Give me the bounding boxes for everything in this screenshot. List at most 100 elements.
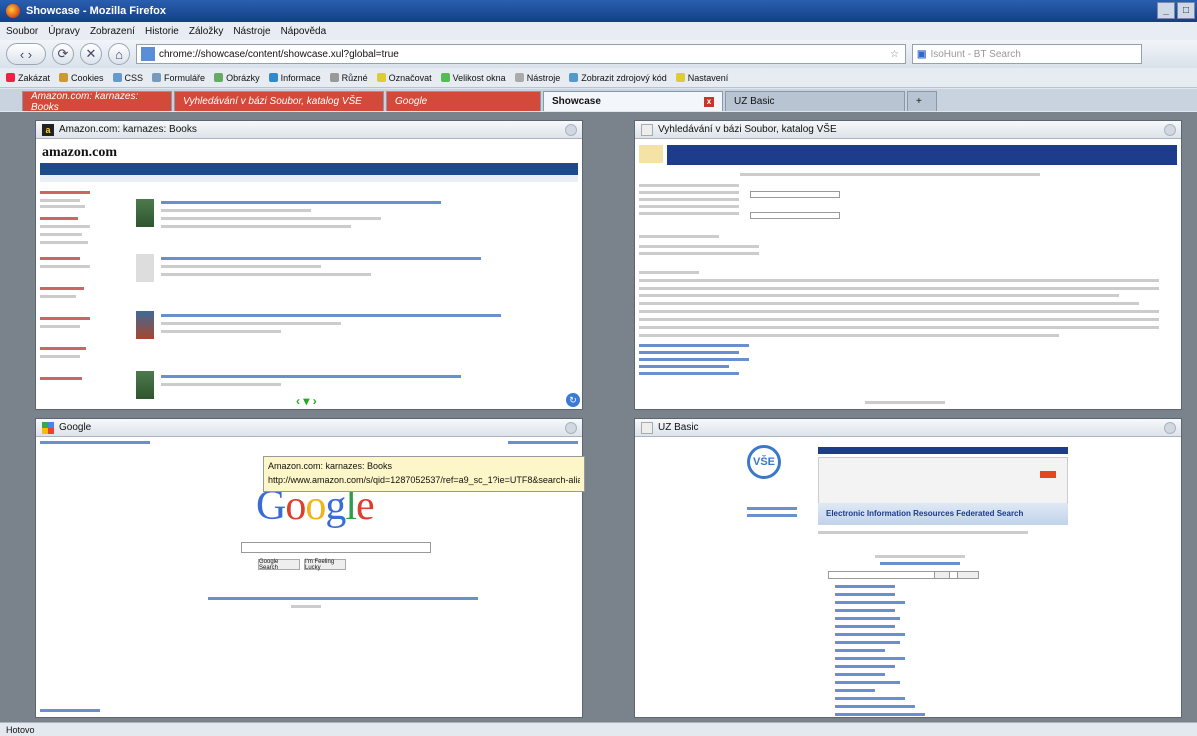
bookmark-zakazat[interactable]: Zakázat [6,73,50,83]
css-icon [112,73,122,82]
tab-label: Google [395,96,428,107]
image-icon [214,73,224,82]
firefox-icon [6,4,20,18]
thumb-header: Google [36,419,582,437]
tab-label: Showcase [552,96,601,107]
amazon-page: amazon.com ‹ ▾ › ↻ [36,139,582,409]
tab-label: Vyhledávání v bázi Soubor, katalog VŠE [183,96,362,107]
new-tab-button[interactable]: + [907,91,937,111]
url-bar[interactable]: chrome://showcase/content/showcase.xul?g… [136,44,906,64]
thumb-title: UZ Basic [658,422,699,433]
close-thumb-icon[interactable] [1164,421,1176,434]
search-engine-icon[interactable]: ▣ [917,49,926,60]
maximize-button[interactable]: □ [1177,2,1195,19]
refresh-icon[interactable]: ↻ [566,393,580,407]
tab-google[interactable]: Google [386,91,541,111]
bookmark-label: Zakázat [18,72,51,83]
url-text[interactable]: chrome://showcase/content/showcase.xul?g… [159,49,886,60]
vse-page [635,139,1181,409]
bookmark-obrazky[interactable]: Obrázky [214,73,260,83]
tab-label: UZ Basic [734,96,775,107]
menu-historie[interactable]: Historie [145,26,179,37]
uz-page: VŠE Electronic Information Resources Fed… [635,437,1181,717]
search-input[interactable]: IsoHunt - BT Search [930,49,1020,60]
showcase-grid: a Amazon.com: karnazes: Books amazon.com [0,112,1197,722]
button-label: I'm Feeling Lucky [305,558,335,571]
bookmark-nastaveni[interactable]: Nastavení [675,72,729,83]
tab-vse[interactable]: Vyhledávání v bázi Soubor, katalog VŠE [174,91,384,111]
carousel-arrows-icon[interactable]: ‹ ▾ › [296,394,317,408]
source-icon [569,73,579,82]
button-label: Google Search [259,558,279,571]
book-cover [136,311,154,339]
go-button[interactable] [1040,471,1056,478]
reload-icon[interactable]: ⟳ [52,43,74,65]
browser-window: Showcase - Mozilla Firefox _ □ Soubor Úp… [0,0,1197,736]
status-text: Hotovo [6,724,35,735]
thumb-title: Vyhledávání v bázi Soubor, katalog VŠE [658,124,837,135]
tab-uz-basic[interactable]: UZ Basic [725,91,905,111]
status-bar: Hotovo [0,722,1197,736]
bookmark-label: Informace [280,72,321,83]
site-favicon-icon [141,47,155,61]
menu-bar: Soubor Úpravy Zobrazení Historie Záložky… [0,22,1197,40]
page-favicon-icon [641,123,653,136]
bookmark-nastroje[interactable]: Nástroje [514,72,561,83]
bookmark-velikost-okna[interactable]: Velikost okna [440,72,506,83]
bookmark-informace[interactable]: Informace [268,72,321,83]
bookmark-label: Formuláře [164,72,206,83]
page-favicon-icon [641,421,653,434]
thumb-uz-basic[interactable]: UZ Basic VŠE Electronic Information Reso… [634,418,1182,718]
google-search-button[interactable]: Google Search [258,558,300,571]
bookmark-label: Nástroje [526,72,561,83]
menu-zalozky[interactable]: Záložky [189,26,223,37]
book-cover [136,199,154,227]
back-forward-button[interactable]: ‹ › [6,43,46,65]
bookmark-css[interactable]: CSS [112,73,143,83]
amazon-sidebar [40,187,102,399]
bookmark-oznacovat[interactable]: Označovat [376,72,432,83]
google-search-input[interactable] [241,542,431,553]
thumb-amazon[interactable]: a Amazon.com: karnazes: Books amazon.com [35,120,583,410]
thumb-vse[interactable]: Vyhledávání v bázi Soubor, katalog VŠE [634,120,1182,410]
menu-upravy[interactable]: Úpravy [48,26,80,37]
form-icon [152,73,162,82]
bookmark-label: Označovat [388,72,432,83]
tab-strip: Amazon.com: karnazes: Books Vyhledávání … [0,89,1197,113]
bookmark-label: Nastavení [687,72,729,83]
amazon-subnav [40,175,578,182]
menu-nastroje[interactable]: Nástroje [233,26,270,37]
search-bar[interactable]: ▣ IsoHunt - BT Search [912,44,1142,64]
tooltip-title: Amazon.com: karnazes: Books [268,461,393,471]
stop-icon[interactable]: ✕ [80,43,102,65]
close-tab-icon[interactable]: x [704,96,714,107]
tab-amazon[interactable]: Amazon.com: karnazes: Books [22,91,172,113]
menu-soubor[interactable]: Soubor [6,26,38,37]
close-thumb-icon[interactable] [565,421,577,434]
bookmark-label: Různé [341,72,368,83]
bookmark-ruzne[interactable]: Různé [329,72,368,83]
amazon-nav [40,163,578,175]
bookmark-cookies[interactable]: Cookies [59,73,104,83]
uz-heading: Electronic Information Resources Federat… [818,503,1068,525]
tab-showcase[interactable]: Showcase x [543,91,723,111]
bookmark-label: Velikost okna [452,72,506,83]
vse-logo: VŠE [747,445,781,479]
minimize-button[interactable]: _ [1157,2,1175,19]
tooltip: Amazon.com: karnazes: Books http://www.a… [263,456,585,492]
menu-zobrazeni[interactable]: Zobrazení [90,26,135,37]
title-bar: Showcase - Mozilla Firefox _ □ [0,0,1197,22]
bookmark-star-icon[interactable]: ☆ [890,49,899,60]
feeling-lucky-button[interactable]: I'm Feeling Lucky [304,558,346,571]
book-cover [136,371,154,399]
home-icon[interactable]: ⌂ [108,43,130,65]
cookie-icon [59,73,69,82]
vse-logo [639,145,663,163]
google-favicon-icon [42,421,54,434]
close-thumb-icon[interactable] [1164,123,1176,136]
menu-napoveda[interactable]: Nápověda [281,26,327,37]
close-thumb-icon[interactable] [565,123,577,136]
bookmark-label: Zobrazit zdrojový kód [581,72,667,83]
bookmark-zdroj[interactable]: Zobrazit zdrojový kód [569,73,667,83]
bookmark-formulare[interactable]: Formuláře [152,73,205,83]
